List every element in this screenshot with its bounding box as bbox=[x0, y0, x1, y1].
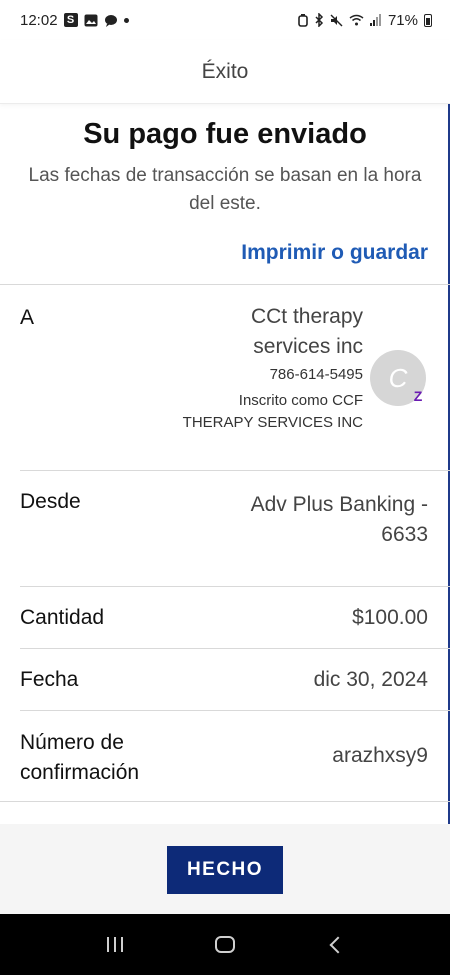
content: Su pago fue enviado Las fechas de transa… bbox=[0, 104, 450, 824]
done-button[interactable]: HECHO bbox=[167, 846, 283, 894]
from-label: Desde bbox=[20, 490, 81, 513]
timezone-note: Las fechas de transacción se basan en la… bbox=[28, 165, 422, 214]
to-label: A bbox=[20, 306, 35, 329]
status-left: 12:02 S bbox=[20, 12, 129, 29]
battery-percent: 71% bbox=[387, 11, 418, 29]
date-value: dic 30, 2024 bbox=[313, 668, 428, 691]
wifi-icon bbox=[349, 14, 364, 26]
amount-label: Cantidad bbox=[20, 606, 105, 629]
status-right: 71% bbox=[298, 12, 432, 29]
zelle-icon: Z bbox=[413, 388, 423, 404]
notification-dot-icon bbox=[123, 17, 129, 23]
divider bbox=[20, 470, 450, 471]
divider bbox=[0, 284, 450, 285]
from-account-value: Adv Plus Banking - 6633 bbox=[250, 493, 428, 546]
divider bbox=[20, 710, 450, 711]
divider bbox=[20, 648, 450, 649]
confirmation-number-value: arazhxsy9 bbox=[332, 744, 428, 767]
confirmation-headline: Su pago fue enviado bbox=[83, 118, 367, 150]
payee-phone: 786-614-5495 bbox=[269, 366, 363, 383]
status-bar: 12:02 S 71% bbox=[0, 0, 450, 40]
chat-bubble-icon bbox=[104, 14, 118, 27]
confirmation-number-label: Número de confirmación bbox=[20, 731, 140, 784]
s-app-icon: S bbox=[63, 13, 78, 27]
divider bbox=[20, 586, 450, 587]
recents-icon[interactable] bbox=[95, 930, 135, 960]
battery-icon bbox=[424, 13, 432, 27]
avatar-initial: C bbox=[388, 362, 408, 393]
footer: HECHO bbox=[0, 824, 450, 914]
mute-icon bbox=[330, 14, 343, 27]
payee-enrolled-as: Inscrito como CCF THERAPY SERVICES INC bbox=[182, 392, 363, 431]
bluetooth-icon bbox=[314, 13, 324, 27]
date-label: Fecha bbox=[20, 668, 79, 691]
gallery-icon bbox=[84, 14, 98, 27]
divider bbox=[0, 801, 450, 802]
back-icon[interactable] bbox=[315, 930, 355, 960]
alarm-icon bbox=[298, 13, 308, 27]
print-or-save-link[interactable]: Imprimir o guardar bbox=[241, 241, 428, 265]
home-icon[interactable] bbox=[205, 930, 245, 960]
system-nav-bar bbox=[0, 914, 450, 975]
payee-name: CCt therapy services inc bbox=[250, 305, 363, 358]
header: Éxito bbox=[0, 40, 450, 104]
page-title: Éxito bbox=[201, 59, 249, 83]
signal-icon bbox=[369, 14, 382, 26]
status-time: 12:02 bbox=[20, 11, 58, 29]
amount-value: $100.00 bbox=[352, 606, 428, 629]
